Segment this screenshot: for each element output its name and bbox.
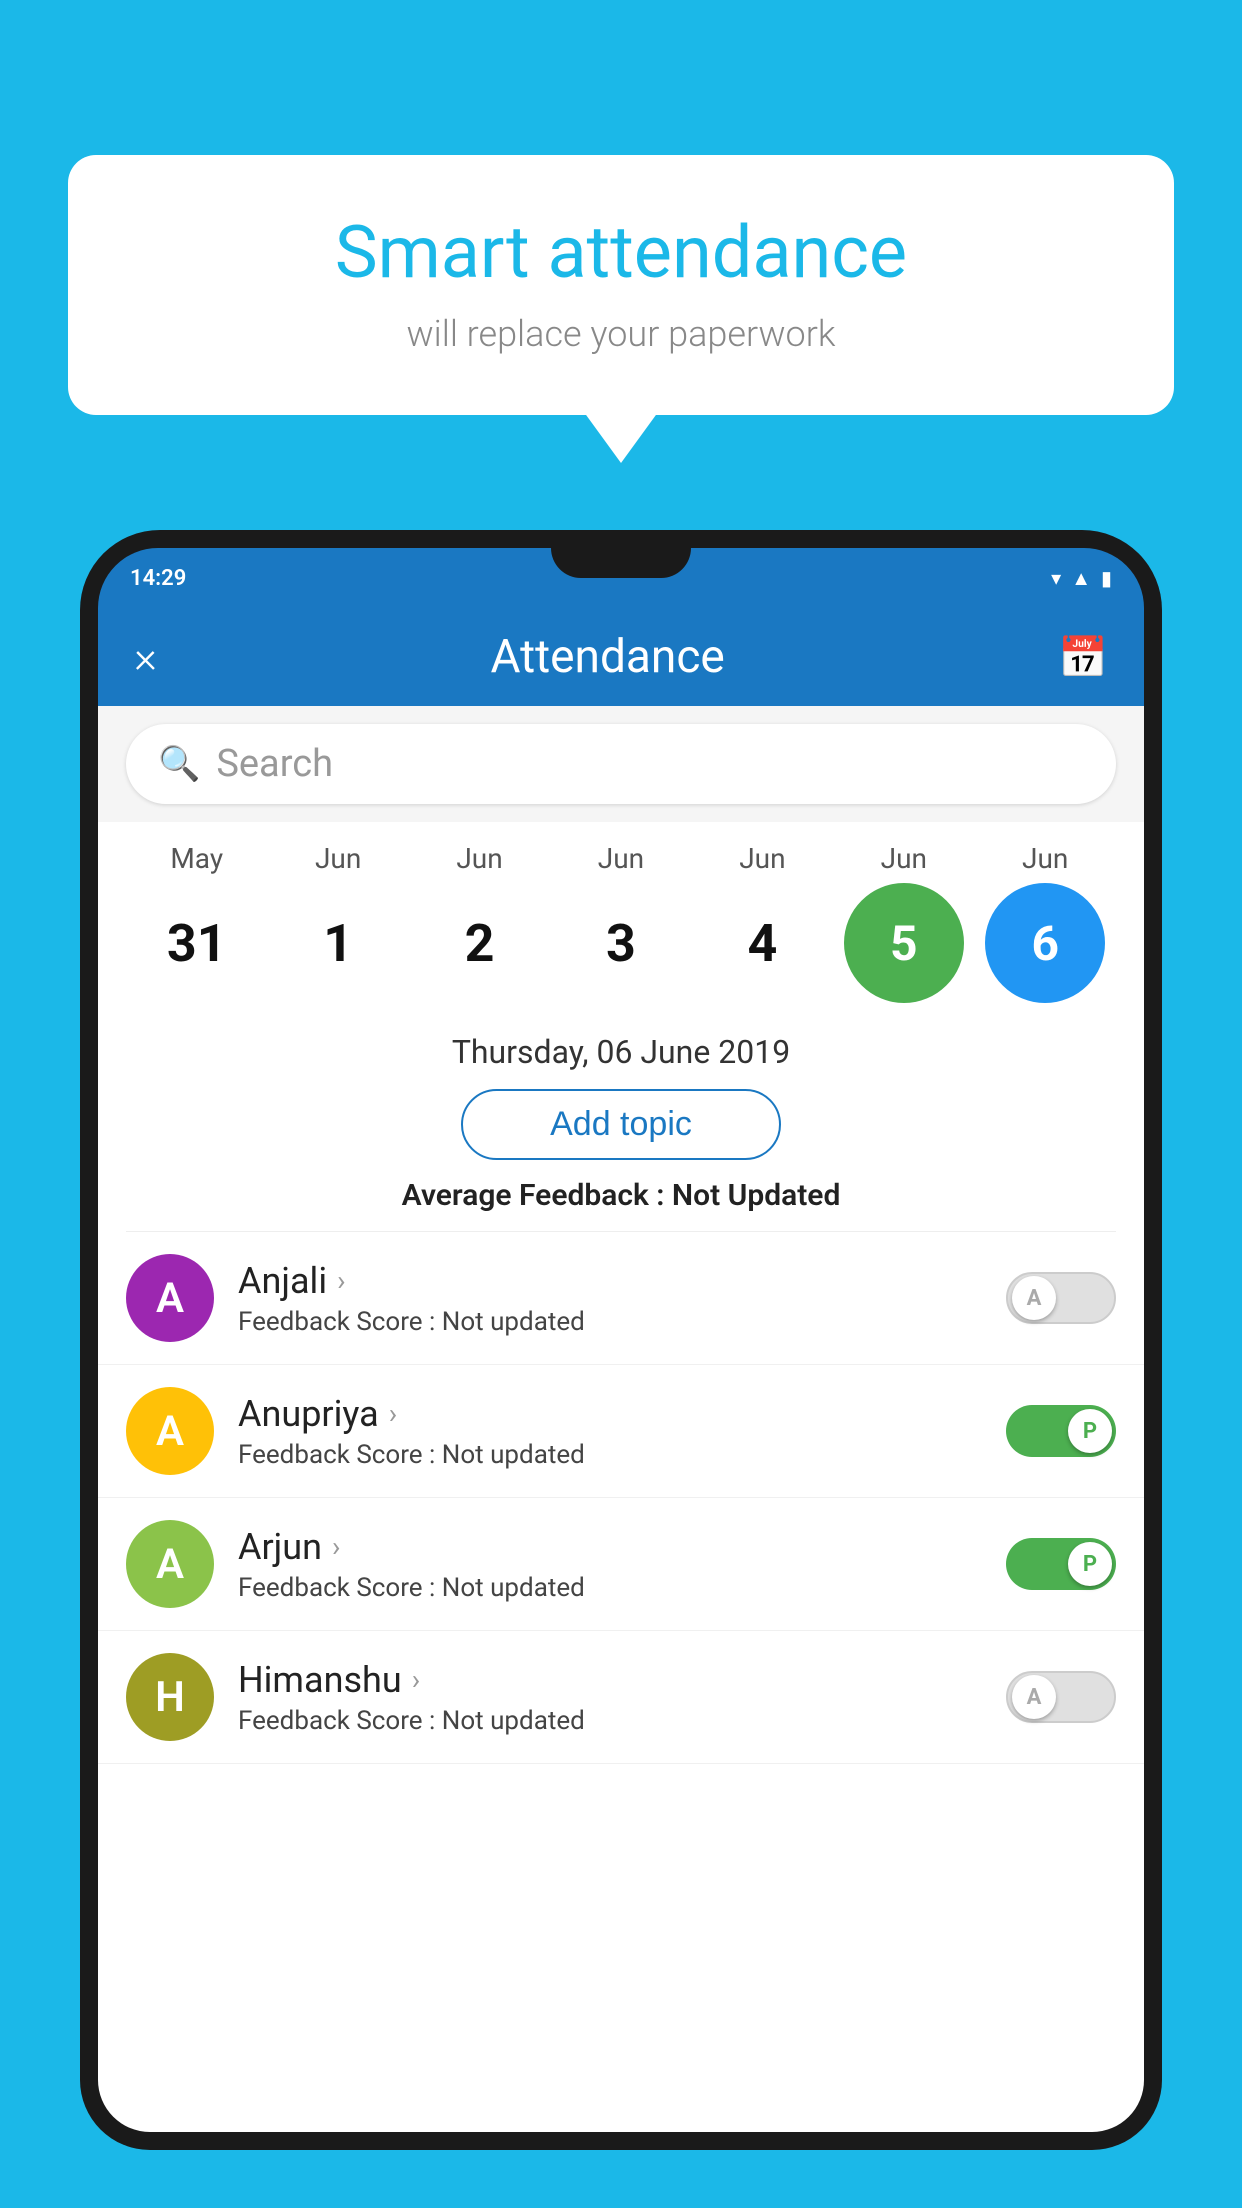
attendance-toggle[interactable]: P <box>1006 1405 1116 1457</box>
student-feedback: Feedback Score : Not updated <box>238 1440 1006 1470</box>
cal-day-1[interactable]: 1 <box>278 883 398 1003</box>
chevron-right-icon: › <box>412 1663 420 1696</box>
bubble-title: Smart attendance <box>128 210 1114 295</box>
student-name[interactable]: Arjun › <box>238 1526 1006 1568</box>
cal-month-1: Jun <box>278 842 398 875</box>
table-row: H Himanshu › Feedback Score : Not update… <box>98 1631 1144 1764</box>
student-name[interactable]: Himanshu › <box>238 1659 1006 1701</box>
date-info-section: Thursday, 06 June 2019 Add topic Average… <box>98 1013 1144 1231</box>
cal-month-3: Jun <box>561 842 681 875</box>
chevron-right-icon: › <box>389 1397 397 1430</box>
search-placeholder: Search <box>216 742 333 786</box>
attendance-toggle[interactable]: A <box>1006 1671 1116 1723</box>
battery-icon: ▮ <box>1101 566 1112 590</box>
avg-feedback-value: Not Updated <box>672 1178 840 1213</box>
phone-outer: 14:29 ▾ ▲ ▮ × Attendance 📅 🔍 Search <box>80 530 1162 2150</box>
calendar-months-row: May Jun Jun Jun Jun Jun Jun <box>98 842 1144 875</box>
cal-day-6[interactable]: 6 <box>985 883 1105 1003</box>
search-icon: 🔍 <box>158 744 200 784</box>
speech-bubble-container: Smart attendance will replace your paper… <box>68 155 1174 415</box>
signal-icon: ▲ <box>1071 566 1091 591</box>
cal-day-4[interactable]: 4 <box>702 883 822 1003</box>
calendar-icon[interactable]: 📅 <box>1058 634 1108 681</box>
status-icons: ▾ ▲ ▮ <box>1051 566 1112 591</box>
bubble-subtitle: will replace your paperwork <box>128 313 1114 355</box>
attendance-toggle[interactable]: A <box>1006 1272 1116 1324</box>
status-time: 14:29 <box>130 566 186 591</box>
avatar: A <box>126 1387 214 1475</box>
calendar-days-row: 31 1 2 3 4 5 6 <box>98 883 1144 1003</box>
toggle-off[interactable]: A <box>1006 1272 1116 1324</box>
cal-day-2[interactable]: 2 <box>420 883 540 1003</box>
add-topic-button[interactable]: Add topic <box>461 1089 781 1160</box>
date-label: Thursday, 06 June 2019 <box>126 1033 1116 1071</box>
toggle-knob: A <box>1012 1675 1056 1719</box>
student-feedback: Feedback Score : Not updated <box>238 1573 1006 1603</box>
app-title: Attendance <box>490 630 724 684</box>
cal-day-3[interactable]: 3 <box>561 883 681 1003</box>
toggle-knob: P <box>1068 1409 1112 1453</box>
close-button[interactable]: × <box>134 631 157 683</box>
speech-bubble: Smart attendance will replace your paper… <box>68 155 1174 415</box>
student-name[interactable]: Anjali › <box>238 1260 1006 1302</box>
toggle-knob: A <box>1012 1276 1056 1320</box>
search-bar[interactable]: 🔍 Search <box>126 724 1116 804</box>
student-name[interactable]: Anupriya › <box>238 1393 1006 1435</box>
chevron-right-icon: › <box>337 1264 345 1297</box>
student-list: A Anjali › Feedback Score : Not updated <box>98 1232 1144 1764</box>
student-info: Himanshu › Feedback Score : Not updated <box>238 1659 1006 1736</box>
calendar-strip: May Jun Jun Jun Jun Jun Jun 31 1 2 3 4 5… <box>98 822 1144 1013</box>
toggle-knob: P <box>1068 1542 1112 1586</box>
app-header: × Attendance 📅 <box>98 608 1144 706</box>
cal-month-5: Jun <box>844 842 964 875</box>
cal-month-0: May <box>137 842 257 875</box>
student-info: Arjun › Feedback Score : Not updated <box>238 1526 1006 1603</box>
student-feedback: Feedback Score : Not updated <box>238 1706 1006 1736</box>
toggle-off[interactable]: A <box>1006 1671 1116 1723</box>
toggle-on[interactable]: P <box>1006 1405 1116 1457</box>
avg-feedback-text: Average Feedback : Not Updated <box>126 1178 1116 1213</box>
student-feedback: Feedback Score : Not updated <box>238 1307 1006 1337</box>
phone-screen: × Attendance 📅 🔍 Search May Jun Jun Jun … <box>98 608 1144 2132</box>
wifi-icon: ▾ <box>1051 566 1061 590</box>
student-info: Anupriya › Feedback Score : Not updated <box>238 1393 1006 1470</box>
search-container: 🔍 Search <box>98 706 1144 822</box>
avg-feedback-label: Average Feedback : <box>402 1178 665 1213</box>
chevron-right-icon: › <box>332 1530 340 1563</box>
table-row: A Anjali › Feedback Score : Not updated <box>98 1232 1144 1365</box>
avatar: H <box>126 1653 214 1741</box>
cal-month-4: Jun <box>702 842 822 875</box>
toggle-on[interactable]: P <box>1006 1538 1116 1590</box>
cal-day-5[interactable]: 5 <box>844 883 964 1003</box>
status-bar: 14:29 ▾ ▲ ▮ <box>98 548 1144 608</box>
attendance-toggle[interactable]: P <box>1006 1538 1116 1590</box>
cal-day-31[interactable]: 31 <box>137 883 257 1003</box>
student-info: Anjali › Feedback Score : Not updated <box>238 1260 1006 1337</box>
phone-container: 14:29 ▾ ▲ ▮ × Attendance 📅 🔍 Search <box>80 530 1162 2208</box>
cal-month-6: Jun <box>985 842 1105 875</box>
cal-month-2: Jun <box>420 842 540 875</box>
table-row: A Arjun › Feedback Score : Not updated <box>98 1498 1144 1631</box>
table-row: A Anupriya › Feedback Score : Not update… <box>98 1365 1144 1498</box>
avatar: A <box>126 1520 214 1608</box>
avatar: A <box>126 1254 214 1342</box>
